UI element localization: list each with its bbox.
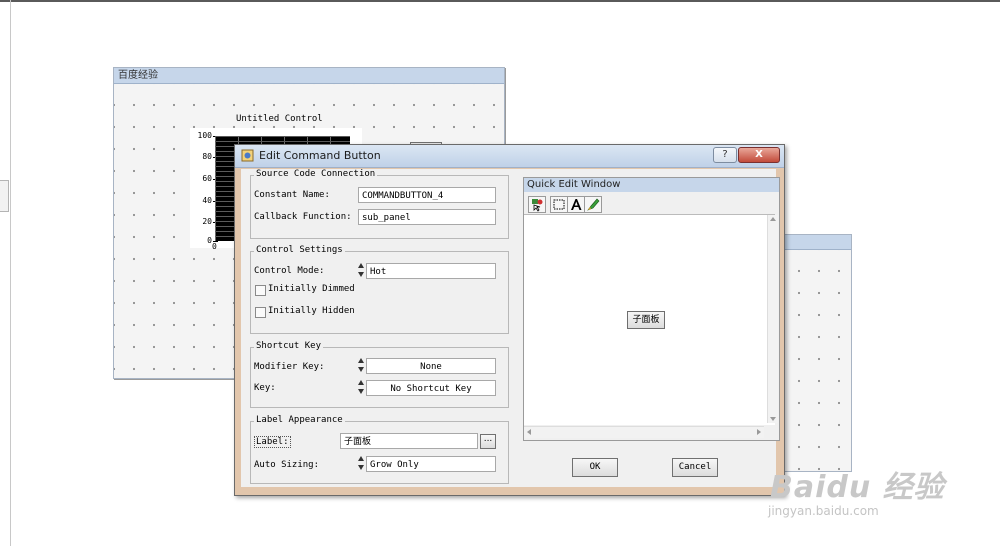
initially-hidden-label[interactable]: Initially Hidden: [268, 306, 355, 316]
ok-button[interactable]: OK: [572, 458, 618, 477]
operate-tool-icon[interactable]: [528, 196, 546, 213]
cancel-button[interactable]: Cancel: [672, 458, 718, 477]
dialog-client-area: Source Code Connection Constant Name: CO…: [241, 169, 780, 487]
help-button[interactable]: ?: [713, 147, 737, 163]
spin-up-icon[interactable]: [358, 456, 364, 461]
spin-down-icon[interactable]: [358, 272, 364, 277]
y-tick-label: 20: [202, 217, 212, 226]
label-text-label: Label:: [254, 436, 291, 448]
callback-function-field[interactable]: sub_panel: [358, 209, 496, 225]
scroll-down-icon[interactable]: [770, 417, 776, 421]
select-tool-icon[interactable]: [550, 196, 568, 213]
quick-edit-canvas[interactable]: 子面板: [524, 214, 775, 425]
control-mode-field[interactable]: Hot: [366, 263, 496, 279]
app-icon: [241, 149, 254, 162]
edit-command-button-dialog: Edit Command Button ? X Source Code Conn…: [234, 144, 785, 496]
spin-up-icon[interactable]: [358, 358, 364, 363]
key-field[interactable]: No Shortcut Key: [366, 380, 496, 396]
group-legend: Shortcut Key: [254, 341, 324, 351]
y-tick-label: 0: [207, 236, 212, 245]
auto-sizing-spinner[interactable]: [358, 456, 365, 472]
text-tool-icon[interactable]: [567, 196, 585, 213]
color-tool-graphic: [587, 198, 600, 211]
initially-hidden-checkbox[interactable]: [255, 307, 266, 318]
close-button[interactable]: X: [738, 147, 780, 163]
watermark-url: jingyan.baidu.com: [768, 504, 879, 518]
label-browse-button[interactable]: ...: [480, 434, 496, 449]
vertical-scrollbar[interactable]: [767, 215, 778, 423]
dialog-title: Edit Command Button: [259, 149, 381, 162]
quick-edit-toolbar: [526, 194, 776, 214]
spin-up-icon[interactable]: [358, 263, 364, 268]
color-tool-icon[interactable]: [584, 196, 602, 213]
initially-dimmed-label[interactable]: Initially Dimmed: [268, 284, 355, 294]
control-settings-group: Control Settings Control Mode: Hot Initi…: [250, 245, 509, 334]
spin-down-icon[interactable]: [358, 389, 364, 394]
workspace-left-border: [10, 0, 11, 546]
splitter-handle[interactable]: [0, 180, 9, 212]
background-panel-title[interactable]: 百度经验: [114, 68, 504, 84]
dialog-titlebar[interactable]: Edit Command Button ? X: [235, 145, 784, 168]
source-code-group: Source Code Connection Constant Name: CO…: [250, 169, 509, 239]
control-mode-spinner[interactable]: [358, 263, 365, 279]
constant-name-field[interactable]: COMMANDBUTTON_4: [358, 187, 496, 203]
watermark-logo: Baidu 经验: [770, 470, 945, 505]
x-tick-label: 0: [212, 242, 217, 251]
background-panel-secondary: [778, 234, 852, 472]
y-tick-label: 40: [202, 196, 212, 205]
callback-function-label: Callback Function:: [254, 212, 352, 222]
spin-up-icon[interactable]: [358, 380, 364, 385]
preview-command-button[interactable]: 子面板: [627, 311, 665, 329]
key-label: Key:: [254, 383, 276, 393]
background-panel-secondary-canvas: [779, 250, 851, 471]
operate-tool-graphic: [532, 199, 543, 212]
workspace-top-border: [0, 0, 1000, 2]
scroll-left-icon[interactable]: [527, 429, 531, 435]
y-tick-label: 100: [197, 131, 212, 140]
key-spinner[interactable]: [358, 380, 365, 396]
control-mode-label: Control Mode:: [254, 266, 325, 276]
background-panel-secondary-title[interactable]: [779, 235, 851, 250]
initially-dimmed-checkbox[interactable]: [255, 285, 266, 296]
quick-edit-title: Quick Edit Window: [524, 178, 779, 192]
modifier-key-spinner[interactable]: [358, 358, 365, 374]
modifier-key-field[interactable]: None: [366, 358, 496, 374]
group-legend: Label Appearance: [254, 415, 345, 425]
baidu-watermark: Baidu 经验 jingyan.baidu.com: [760, 458, 960, 528]
group-legend: Source Code Connection: [254, 169, 378, 179]
scroll-right-icon[interactable]: [757, 429, 761, 435]
scroll-up-icon[interactable]: [770, 217, 776, 221]
graph-title: Untitled Control: [236, 114, 323, 124]
text-tool-graphic: [571, 199, 582, 210]
auto-sizing-field[interactable]: Grow Only: [366, 456, 496, 472]
label-appearance-group: Label Appearance Label: 子面板 ... Auto Siz…: [250, 415, 509, 484]
modifier-key-label: Modifier Key:: [254, 362, 325, 372]
constant-name-label: Constant Name:: [254, 190, 330, 200]
y-tick-label: 60: [202, 174, 212, 183]
shortcut-key-group: Shortcut Key Modifier Key: None Key: No …: [250, 341, 509, 408]
group-legend: Control Settings: [254, 245, 345, 255]
auto-sizing-label: Auto Sizing:: [254, 460, 320, 470]
quick-edit-panel: Quick Edit Window 子面板: [523, 177, 780, 441]
horizontal-scrollbar[interactable]: [524, 426, 764, 438]
label-text-field[interactable]: 子面板: [340, 433, 478, 449]
spin-down-icon[interactable]: [358, 367, 364, 372]
select-tool-graphic: [553, 199, 565, 210]
y-tick-label: 80: [202, 152, 212, 161]
spin-down-icon[interactable]: [358, 465, 364, 470]
